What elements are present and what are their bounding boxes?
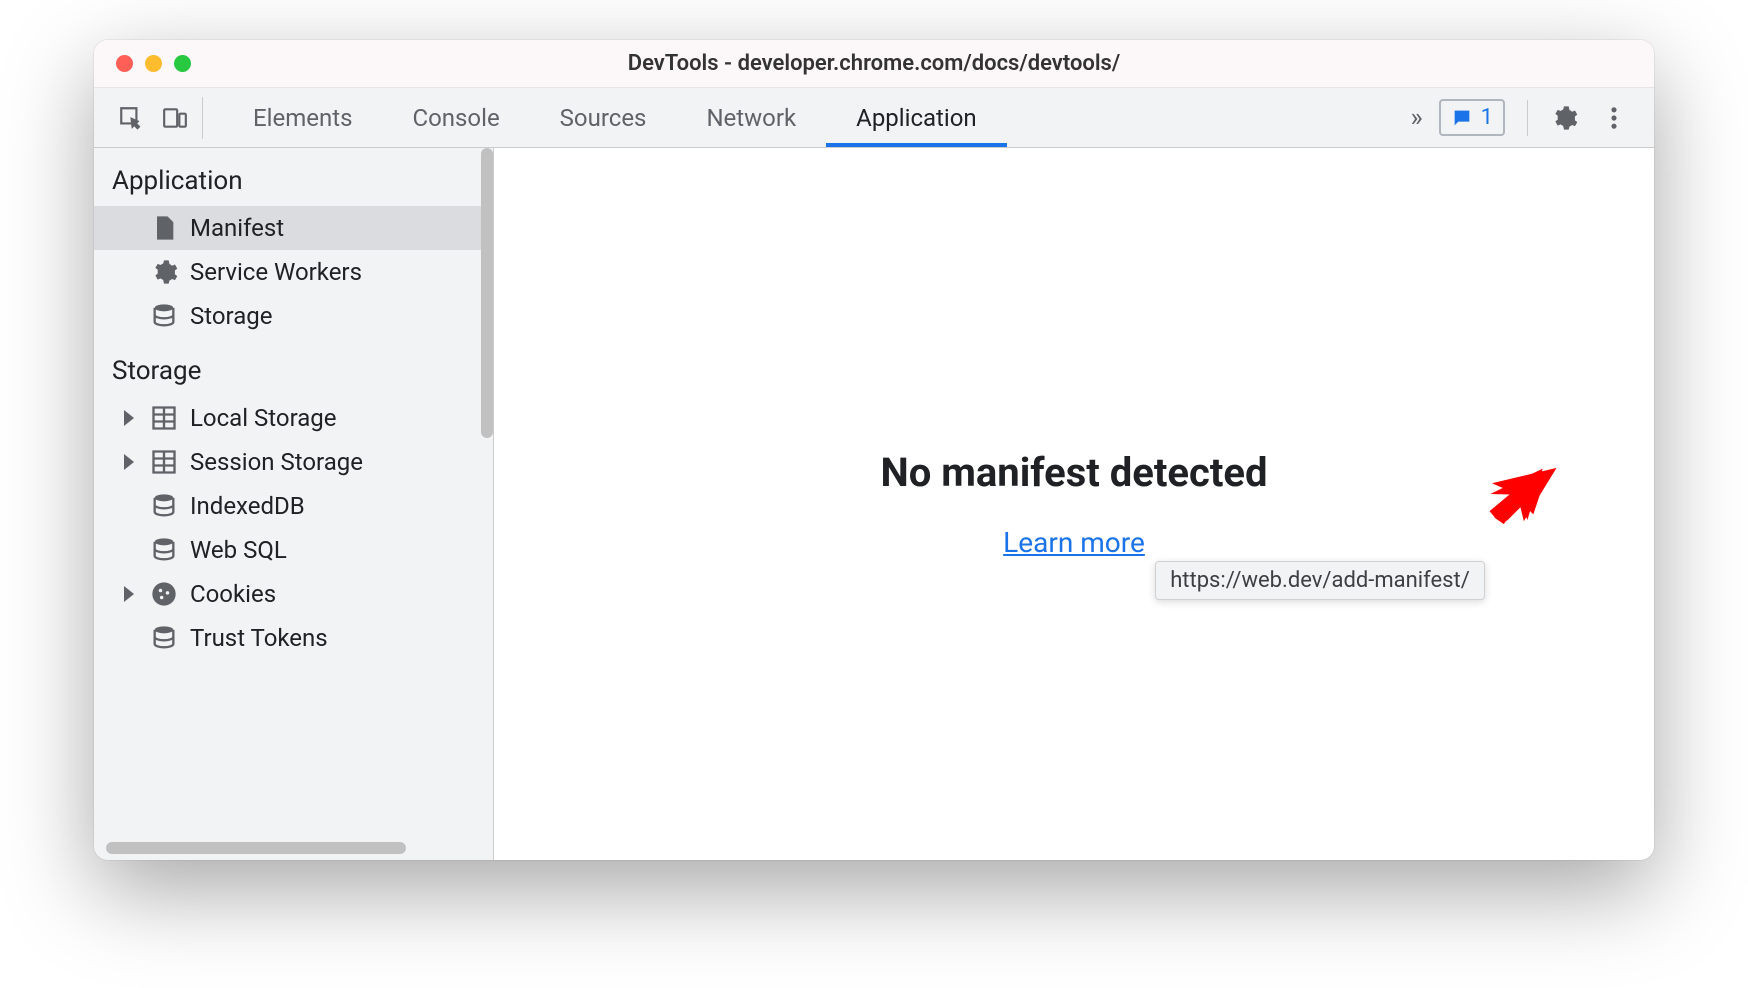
label: Trust Tokens bbox=[190, 624, 328, 652]
sidebar-item-service-workers[interactable]: Service Workers bbox=[94, 250, 481, 294]
sidebar-item-cookies[interactable]: Cookies bbox=[94, 572, 481, 616]
annotation-arrow-icon bbox=[1480, 461, 1560, 541]
inspect-element-icon[interactable] bbox=[118, 105, 144, 131]
manifest-heading: No manifest detected bbox=[880, 449, 1267, 496]
sidebar-item-storage[interactable]: Storage bbox=[94, 294, 481, 338]
devtools-window: DevTools - developer.chrome.com/docs/dev… bbox=[94, 40, 1654, 860]
tab-elements[interactable]: Elements bbox=[223, 88, 382, 147]
label: Cookies bbox=[190, 580, 276, 608]
close-window-button[interactable] bbox=[116, 55, 133, 72]
section-storage: Storage bbox=[94, 338, 481, 396]
learn-more-link[interactable]: Learn more bbox=[1003, 526, 1145, 559]
titlebar: DevTools - developer.chrome.com/docs/dev… bbox=[94, 40, 1654, 88]
file-icon bbox=[150, 214, 178, 242]
divider bbox=[1527, 100, 1528, 136]
sidebar-item-trust-tokens[interactable]: Trust Tokens bbox=[94, 616, 481, 660]
expand-arrow-icon[interactable] bbox=[124, 586, 134, 602]
window-title: DevTools - developer.chrome.com/docs/dev… bbox=[94, 51, 1654, 76]
expand-arrow-icon[interactable] bbox=[124, 410, 134, 426]
maximize-window-button[interactable] bbox=[174, 55, 191, 72]
sidebar-item-local-storage[interactable]: Local Storage bbox=[94, 396, 481, 440]
tab-console[interactable]: Console bbox=[382, 88, 529, 147]
gear-icon bbox=[150, 258, 178, 286]
database-icon bbox=[150, 624, 178, 652]
tab-application[interactable]: Application bbox=[826, 88, 1007, 147]
label: Storage bbox=[190, 302, 272, 330]
issues-icon bbox=[1451, 107, 1473, 129]
settings-icon[interactable] bbox=[1550, 104, 1578, 132]
manifest-pane: No manifest detected Learn more https://… bbox=[494, 148, 1654, 860]
toolbar-right: » 1 bbox=[1410, 99, 1644, 136]
section-application: Application bbox=[94, 148, 481, 206]
label: Service Workers bbox=[190, 258, 362, 286]
expand-arrow-icon[interactable] bbox=[124, 454, 134, 470]
more-options-icon[interactable] bbox=[1600, 104, 1628, 132]
tabbar: Elements Console Sources Network Applica… bbox=[94, 88, 1654, 148]
application-sidebar: Application Manifest Service Workers Sto… bbox=[94, 148, 494, 860]
table-icon bbox=[150, 448, 178, 476]
sidebar-item-manifest[interactable]: Manifest bbox=[94, 206, 481, 250]
issues-badge[interactable]: 1 bbox=[1439, 99, 1505, 136]
label: Local Storage bbox=[190, 404, 337, 432]
traffic-lights bbox=[94, 55, 191, 72]
tab-network[interactable]: Network bbox=[676, 88, 826, 147]
issues-count: 1 bbox=[1481, 105, 1493, 130]
database-icon bbox=[150, 536, 178, 564]
device-toolbar-icon[interactable] bbox=[162, 105, 188, 131]
sidebar-item-indexeddb[interactable]: IndexedDB bbox=[94, 484, 481, 528]
cookie-icon bbox=[150, 580, 178, 608]
link-tooltip: https://web.dev/add-manifest/ bbox=[1155, 561, 1485, 600]
table-icon bbox=[150, 404, 178, 432]
inspect-toggle-group bbox=[104, 97, 203, 139]
tab-sources[interactable]: Sources bbox=[530, 88, 677, 147]
sidebar-scrollbar[interactable] bbox=[481, 148, 493, 438]
horizontal-scrollbar[interactable] bbox=[106, 842, 406, 854]
sidebar-item-session-storage[interactable]: Session Storage bbox=[94, 440, 481, 484]
label: Manifest bbox=[190, 214, 284, 242]
database-icon bbox=[150, 302, 178, 330]
label: IndexedDB bbox=[190, 492, 305, 520]
panel-body: Application Manifest Service Workers Sto… bbox=[94, 148, 1654, 860]
panel-tabs: Elements Console Sources Network Applica… bbox=[223, 88, 1007, 147]
minimize-window-button[interactable] bbox=[145, 55, 162, 72]
database-icon bbox=[150, 492, 178, 520]
more-tabs-icon[interactable]: » bbox=[1410, 103, 1416, 133]
label: Session Storage bbox=[190, 448, 363, 476]
sidebar-item-websql[interactable]: Web SQL bbox=[94, 528, 481, 572]
label: Web SQL bbox=[190, 536, 287, 564]
